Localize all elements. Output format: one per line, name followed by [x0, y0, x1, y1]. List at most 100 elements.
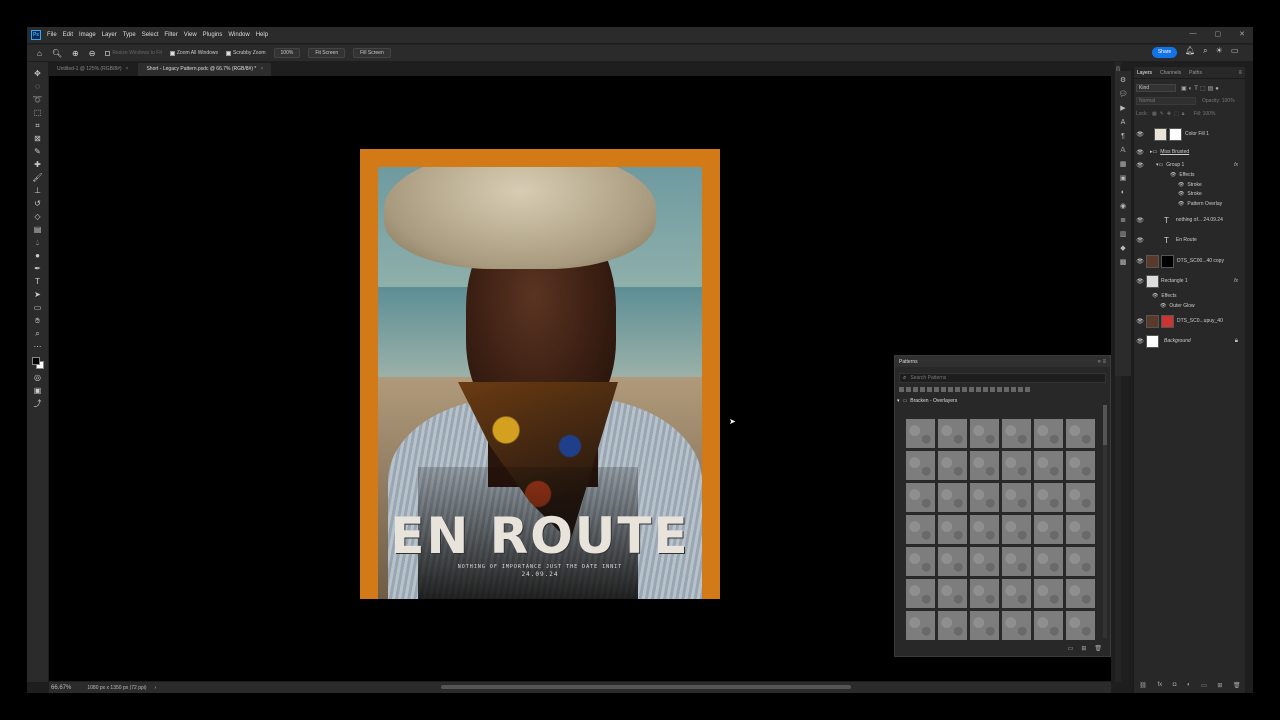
pattern-swatch[interactable]	[938, 451, 967, 480]
pattern-group-header[interactable]: ▾ ▭ Bracken - Overlayers	[897, 398, 1106, 404]
new-folder-icon[interactable]: ▭	[1068, 645, 1074, 652]
close-icon[interactable]: ✕	[1239, 30, 1245, 38]
pattern-swatch[interactable]	[1002, 515, 1031, 544]
path-select-tool-icon[interactable]: ➤	[32, 289, 44, 301]
pattern-swatch[interactable]	[906, 419, 935, 448]
share-button[interactable]: Share	[1152, 47, 1177, 58]
link-icon[interactable]: ⛓	[1139, 682, 1147, 689]
character-icon[interactable]: A	[1121, 117, 1126, 129]
menu-image[interactable]: Image	[79, 32, 96, 38]
layer-row[interactable]: 👁︎ T nothing of... 24.09.24	[1134, 211, 1246, 229]
stamp-tool-icon[interactable]: ⊥	[32, 185, 44, 197]
layer-row[interactable]: 👁︎ DTS_SC00...40 copy	[1134, 252, 1246, 270]
adjustments-icon[interactable]: ◐	[1121, 187, 1125, 199]
move-tool-icon[interactable]: ✥	[32, 68, 44, 80]
new-group-icon[interactable]: ▭	[1201, 682, 1207, 689]
pattern-swatch[interactable]	[1066, 515, 1095, 544]
tab-layers[interactable]: Layers	[1137, 70, 1152, 76]
quick-mask-icon[interactable]: ◎	[32, 372, 44, 384]
type-tool-icon[interactable]: T	[32, 276, 44, 288]
visibility-eye-icon[interactable]: 👁︎	[1134, 162, 1146, 169]
trash-icon[interactable]: 🗑︎	[1233, 682, 1241, 689]
pattern-swatch[interactable]	[970, 419, 999, 448]
visibility-eye-icon[interactable]: 👁︎	[1134, 217, 1146, 224]
pattern-swatch[interactable]	[1034, 547, 1063, 576]
eraser-tool-icon[interactable]: ◇	[32, 211, 44, 223]
effects-row[interactable]: 👁︎ Effects	[1134, 291, 1246, 301]
channels-icon[interactable]: ≣	[1120, 215, 1126, 227]
pattern-swatch[interactable]	[938, 515, 967, 544]
pattern-swatch[interactable]	[1002, 547, 1031, 576]
effect-eye-icon[interactable]: 👁︎	[1178, 201, 1184, 207]
pattern-swatch[interactable]	[906, 451, 935, 480]
pattern-swatch[interactable]	[1034, 483, 1063, 512]
panel-menu-icon[interactable]: ≡	[1238, 70, 1242, 76]
close-tab-icon[interactable]: ×	[260, 66, 263, 72]
pattern-swatch[interactable]	[938, 419, 967, 448]
pattern-swatch[interactable]	[906, 579, 935, 608]
menu-plugins[interactable]: Plugins	[203, 32, 223, 38]
fx-icon[interactable]: fx	[1234, 278, 1238, 284]
pattern-swatch[interactable]	[970, 547, 999, 576]
effect-eye-icon[interactable]: 👁︎	[1178, 182, 1184, 188]
close-tab-icon[interactable]: ×	[126, 66, 129, 72]
visibility-eye-icon[interactable]: 👁︎	[1134, 318, 1146, 325]
libraries-icon[interactable]: ▣	[1120, 173, 1127, 185]
lock-icons[interactable]: ▦✎✥⬚🔒︎	[1152, 111, 1188, 117]
collapse-icon[interactable]: » ≡	[1097, 359, 1106, 365]
fx-icon[interactable]: fx	[1234, 162, 1238, 168]
effect-eye-icon[interactable]: 👁︎	[1170, 172, 1176, 178]
pattern-swatch[interactable]	[1002, 579, 1031, 608]
effect-row[interactable]: 👁︎ Stroke	[1134, 189, 1246, 199]
menu-window[interactable]: Window	[228, 32, 249, 38]
pattern-swatch[interactable]	[1034, 579, 1063, 608]
trash-icon[interactable]: 🗑︎	[1094, 645, 1102, 652]
zoom-100-button[interactable]: 100%	[273, 48, 301, 58]
zoom-in-icon[interactable]: ⊕	[72, 49, 79, 58]
pattern-swatch[interactable]	[1034, 611, 1063, 640]
gradient-tool-icon[interactable]: ▤	[32, 224, 44, 236]
pen-tool-icon[interactable]: ✒	[32, 263, 44, 275]
pattern-swatch[interactable]	[1002, 419, 1031, 448]
object-select-tool-icon[interactable]: ⬚	[32, 107, 44, 119]
visibility-eye-icon[interactable]: 👁︎	[1134, 338, 1146, 345]
pattern-swatch[interactable]	[1066, 483, 1095, 512]
pattern-swatch[interactable]	[1066, 547, 1095, 576]
adjustment-icon[interactable]: ◐	[1187, 682, 1191, 689]
properties-icon[interactable]: ⚙	[1120, 75, 1126, 87]
pattern-swatch[interactable]	[1066, 451, 1095, 480]
visibility-eye-icon[interactable]: 👁︎	[1134, 258, 1146, 265]
maximize-icon[interactable]: ▢	[1215, 30, 1222, 38]
visibility-eye-icon[interactable]: 👁︎	[1134, 131, 1146, 138]
gradients-icon[interactable]: ▥	[1120, 229, 1127, 241]
pattern-swatch[interactable]	[1034, 451, 1063, 480]
status-arrow-icon[interactable]: ›	[155, 685, 157, 691]
menu-help[interactable]: Help	[256, 32, 268, 38]
pattern-swatch[interactable]	[938, 579, 967, 608]
zoom-tool-icon[interactable]: 🔍︎	[52, 49, 62, 58]
menu-file[interactable]: File	[47, 32, 57, 38]
pattern-swatch[interactable]	[938, 483, 967, 512]
layer-group-row[interactable]: 👁︎ ▾▭ Group 1 fx	[1134, 160, 1246, 170]
marquee-tool-icon[interactable]: ◌	[32, 81, 44, 93]
comments-icon[interactable]: 💬︎	[1119, 89, 1128, 101]
pattern-swatch[interactable]	[970, 579, 999, 608]
home-icon[interactable]: ⌂	[37, 49, 42, 58]
opacity-field[interactable]: Opacity: 100%	[1202, 98, 1235, 104]
effects-row[interactable]: 👁︎ Effects	[1134, 170, 1246, 180]
pattern-swatch[interactable]	[906, 515, 935, 544]
pattern-swatch[interactable]	[906, 611, 935, 640]
dodge-tool-icon[interactable]: ●	[32, 250, 44, 262]
healing-tool-icon[interactable]: ✚	[32, 159, 44, 171]
lock-icon[interactable]: 🔒︎	[1235, 338, 1238, 345]
visibility-eye-icon[interactable]: 👁︎	[1134, 149, 1146, 156]
more-tools-icon[interactable]: ⋯	[32, 341, 44, 353]
pattern-swatch[interactable]	[1034, 515, 1063, 544]
patterns-icon[interactable]: ▩	[1120, 257, 1127, 269]
zoom-tool-side-icon[interactable]: ⌕	[32, 328, 44, 340]
layer-row[interactable]: 👁︎ Background 🔒︎	[1134, 332, 1246, 350]
menu-filter[interactable]: Filter	[164, 32, 177, 38]
eyedropper-tool-icon[interactable]: ✎	[32, 146, 44, 158]
minimize-icon[interactable]: —	[1190, 30, 1197, 38]
layer-group-row[interactable]: 👁︎ ▸▭ Miss Brusted	[1134, 147, 1246, 157]
